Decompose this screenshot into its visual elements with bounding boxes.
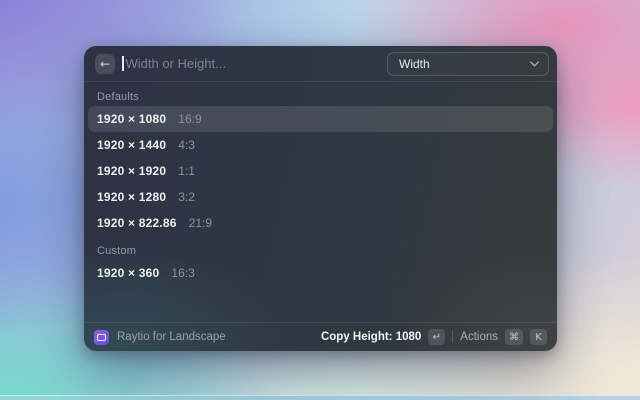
size-label: 1920 × 1440 xyxy=(97,138,167,152)
size-label: 1920 × 360 xyxy=(97,266,160,280)
section-label-defaults: Defaults xyxy=(97,91,139,103)
list-item[interactable]: 1920 × 1280 3:2 xyxy=(88,184,553,210)
text-cursor xyxy=(122,56,124,71)
size-label: 1920 × 1080 xyxy=(97,112,167,126)
back-button[interactable]: ← xyxy=(95,53,115,74)
k-key-badge: K xyxy=(530,329,547,345)
size-label: 1920 × 1280 xyxy=(97,190,167,204)
ratio-label: 21:9 xyxy=(188,216,213,230)
footer-actions: Copy Height: 1080 ↵ Actions ⌘ K xyxy=(321,329,547,345)
section-label-custom: Custom xyxy=(97,245,137,257)
landscape-frame-icon xyxy=(97,333,106,341)
ratio-label: 16:9 xyxy=(178,112,202,126)
enter-key-badge: ↵ xyxy=(428,329,446,345)
list-item[interactable]: 1920 × 822.86 21:9 xyxy=(88,210,553,236)
search-bar: ← Width or Height... Width xyxy=(84,46,557,82)
list-item[interactable]: 1920 × 1920 1:1 xyxy=(88,158,553,184)
footer-divider xyxy=(452,331,454,343)
list-item[interactable]: 1920 × 1080 16:9 xyxy=(88,106,553,132)
ratio-label: 16:3 xyxy=(171,266,195,280)
wallpaper-bottom-strip xyxy=(0,395,640,400)
footer-bar: Raytio for Landscape Copy Height: 1080 ↵… xyxy=(84,322,557,351)
size-label: 1920 × 822.86 xyxy=(97,216,177,230)
copy-height-action[interactable]: Copy Height: 1080 xyxy=(321,331,421,343)
list-item[interactable]: 1920 × 1440 4:3 xyxy=(88,132,553,158)
dimension-type-dropdown[interactable]: Width xyxy=(387,51,549,76)
raycast-window: ← Width or Height... Width Defaults 1920… xyxy=(84,46,557,351)
actions-button[interactable]: Actions xyxy=(460,331,498,343)
ratio-label: 1:1 xyxy=(178,164,195,178)
command-key-badge: ⌘ xyxy=(505,329,523,345)
search-placeholder: Width or Height... xyxy=(125,56,226,71)
ratio-label: 3:2 xyxy=(178,190,195,204)
raytio-app-icon xyxy=(94,329,109,345)
search-input[interactable]: Width or Height... xyxy=(122,46,380,81)
ratio-label: 4:3 xyxy=(178,138,195,152)
dropdown-value: Width xyxy=(399,56,430,71)
results-list: Defaults 1920 × 1080 16:9 1920 × 1440 4:… xyxy=(84,82,557,289)
chevron-down-icon xyxy=(530,60,539,67)
size-label: 1920 × 1920 xyxy=(97,164,167,178)
app-name-label: Raytio for Landscape xyxy=(117,331,226,343)
list-item[interactable]: 1920 × 360 16:3 xyxy=(88,260,553,286)
